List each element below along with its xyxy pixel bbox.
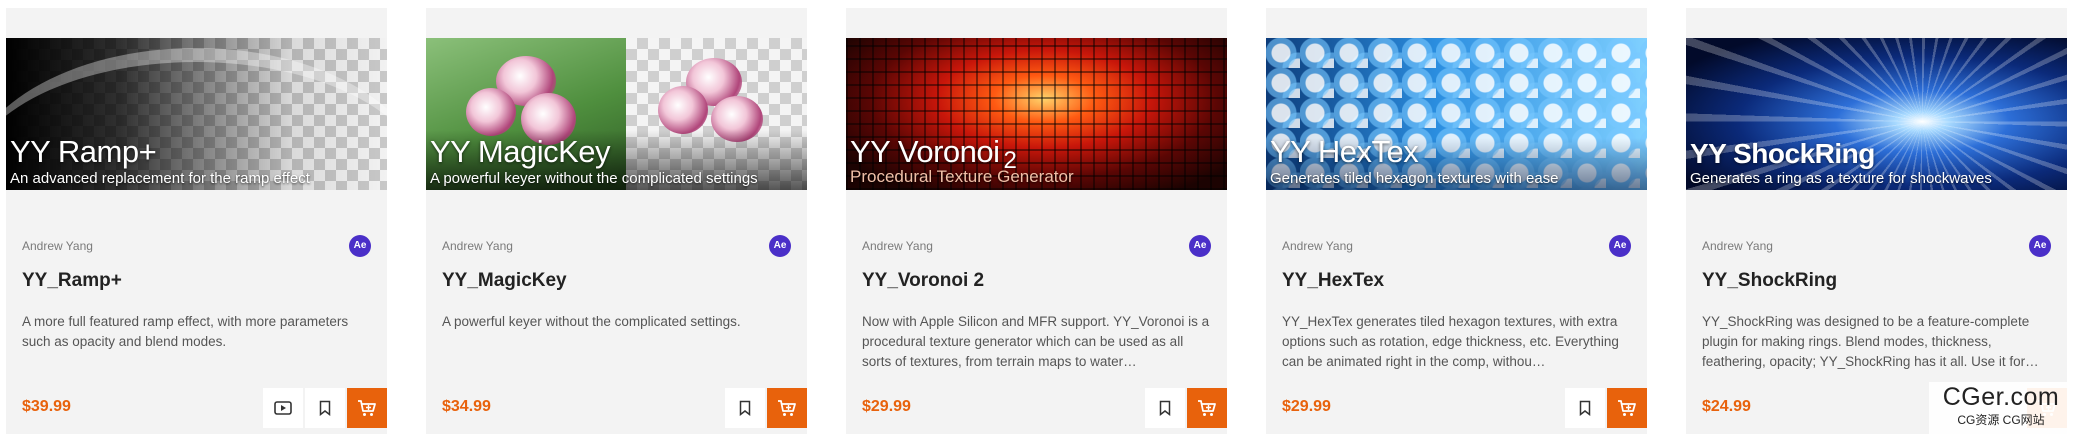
- banner-subtitle: Generates a ring as a texture for shockw…: [1690, 170, 1992, 187]
- after-effects-icon: Ae: [769, 235, 791, 257]
- product-card[interactable]: YY Ramp+ An advanced replacement for the…: [6, 8, 387, 434]
- product-card[interactable]: YY MagicKey A powerful keyer without the…: [426, 8, 807, 434]
- cart-icon: [1198, 400, 1216, 416]
- add-to-cart-button[interactable]: [347, 388, 387, 428]
- banner-subtitle: Procedural Texture Generator: [850, 167, 1074, 186]
- product-banner[interactable]: YY HexTex Generates tiled hexagon textur…: [1266, 38, 1647, 190]
- flower-image: [466, 88, 516, 136]
- banner-title: YY MagicKey: [430, 134, 611, 169]
- product-banner[interactable]: YY MagicKey A powerful keyer without the…: [426, 38, 807, 190]
- product-banner[interactable]: YY ShockRing Generates a ring as a textu…: [1686, 38, 2067, 190]
- watermark-logo: CGer.com: [1942, 383, 2060, 411]
- banner-subtitle: An advanced replacement for the ramp eff…: [10, 170, 310, 187]
- product-description: YY_ShockRing was designed to be a featur…: [1702, 314, 2039, 369]
- add-to-cart-button[interactable]: [767, 388, 807, 428]
- video-preview-button[interactable]: [263, 388, 303, 428]
- cart-icon: [358, 400, 376, 416]
- author-name[interactable]: Andrew Yang: [22, 239, 93, 253]
- bookmark-icon: [1159, 400, 1171, 416]
- product-card[interactable]: YY Voronoi 2 Procedural Texture Generator…: [846, 8, 1227, 434]
- author-name[interactable]: Andrew Yang: [1702, 239, 1773, 253]
- product-banner[interactable]: YY Voronoi 2 Procedural Texture Generator: [846, 38, 1227, 190]
- bookmark-icon: [1579, 400, 1591, 416]
- card-actions: [263, 388, 387, 428]
- banner-title: YY HexTex: [1270, 134, 1419, 169]
- product-description: Now with Apple Silicon and MFR support. …: [862, 314, 1210, 369]
- product-card[interactable]: YY ShockRing Generates a ring as a textu…: [1686, 8, 2067, 434]
- product-title[interactable]: YY_ShockRing: [1702, 270, 1837, 292]
- banner-title: YY Voronoi 2: [850, 134, 1017, 174]
- after-effects-icon: Ae: [1609, 235, 1631, 257]
- product-price: $39.99: [22, 398, 71, 415]
- wishlist-button[interactable]: [1145, 388, 1185, 428]
- wishlist-button[interactable]: [1565, 388, 1605, 428]
- card-actions: [725, 388, 807, 428]
- after-effects-icon: Ae: [349, 235, 371, 257]
- product-description: A more full featured ramp effect, with m…: [22, 314, 349, 349]
- product-price: $29.99: [1282, 398, 1331, 415]
- flower-image: [658, 86, 708, 134]
- author-name[interactable]: Andrew Yang: [862, 239, 933, 253]
- banner-title: YY ShockRing: [1690, 138, 1875, 169]
- banner-title: YY Ramp+: [10, 134, 157, 169]
- product-title[interactable]: YY_Voronoi 2: [862, 270, 984, 292]
- product-title[interactable]: YY_MagicKey: [442, 270, 567, 292]
- author-name[interactable]: Andrew Yang: [442, 239, 513, 253]
- card-actions: [1145, 388, 1227, 428]
- banner-subtitle: Generates tiled hexagon textures with ea…: [1270, 170, 1559, 187]
- product-grid: YY Ramp+ An advanced replacement for the…: [0, 0, 2073, 434]
- banner-subtitle: A powerful keyer without the complicated…: [430, 170, 758, 187]
- after-effects-icon: Ae: [2029, 235, 2051, 257]
- after-effects-icon: Ae: [1189, 235, 1211, 257]
- product-card[interactable]: YY HexTex Generates tiled hexagon textur…: [1266, 8, 1647, 434]
- site-watermark: CGer.com CG资源 CG网站: [1929, 382, 2073, 434]
- product-title[interactable]: YY_Ramp+: [22, 270, 122, 292]
- product-price: $34.99: [442, 398, 491, 415]
- product-price: $29.99: [862, 398, 911, 415]
- cart-icon: [1618, 400, 1636, 416]
- product-description: YY_HexTex generates tiled hexagon textur…: [1282, 314, 1619, 369]
- bookmark-icon: [739, 400, 751, 416]
- card-actions: [1565, 388, 1647, 428]
- cart-icon: [778, 400, 796, 416]
- wishlist-button[interactable]: [725, 388, 765, 428]
- video-play-icon: [274, 401, 292, 415]
- add-to-cart-button[interactable]: [1607, 388, 1647, 428]
- watermark-tagline: CG资源 CG网站: [1957, 413, 2045, 427]
- product-description: A powerful keyer without the complicated…: [442, 314, 741, 329]
- add-to-cart-button[interactable]: [1187, 388, 1227, 428]
- product-price: $24.99: [1702, 398, 1751, 415]
- author-name[interactable]: Andrew Yang: [1282, 239, 1353, 253]
- wishlist-button[interactable]: [305, 388, 345, 428]
- product-banner[interactable]: YY Ramp+ An advanced replacement for the…: [6, 38, 387, 190]
- product-title[interactable]: YY_HexTex: [1282, 270, 1384, 292]
- bookmark-icon: [319, 400, 331, 416]
